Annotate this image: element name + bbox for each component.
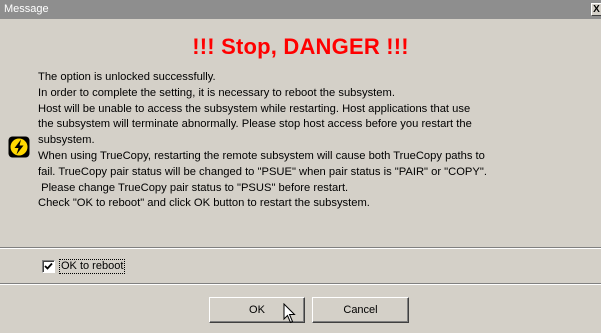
message-line: Host will be unable to access the subsys… [38,102,471,115]
message-line: When using TrueCopy, restarting the remo… [38,149,485,162]
checkmark-icon [44,262,53,270]
message-line: fail. TrueCopy pair status will be chang… [38,165,487,178]
window-title: Message [4,3,49,15]
title-bar[interactable]: Message X [0,0,601,19]
message-line: In order to complete the setting, it is … [38,86,395,99]
message-line: Check "OK to reboot" and click OK button… [38,197,370,210]
message-text: The option is unlocked successfully. In … [38,70,598,212]
message-dialog: Message X !!! Stop, DANGER !!! The optio… [0,0,601,333]
close-button[interactable]: X [591,3,601,16]
ok-to-reboot-label[interactable]: OK to reboot [59,258,126,274]
cancel-button[interactable]: Cancel [312,297,409,323]
message-line: The option is unlocked successfully. [38,71,216,83]
ok-to-reboot-checkbox[interactable] [42,259,55,273]
warning-lightning-icon [8,136,30,158]
message-line: the subsystem will terminate abnormally.… [38,118,472,131]
mouse-pointer-icon [283,303,296,324]
message-line: subsystem. [38,134,95,147]
separator [0,247,601,249]
danger-heading: !!! Stop, DANGER !!! [192,34,409,59]
separator [0,283,601,285]
message-line: Please change TrueCopy pair status to "P… [38,181,349,194]
ok-to-reboot-checkbox-row[interactable]: OK to reboot [42,258,126,274]
